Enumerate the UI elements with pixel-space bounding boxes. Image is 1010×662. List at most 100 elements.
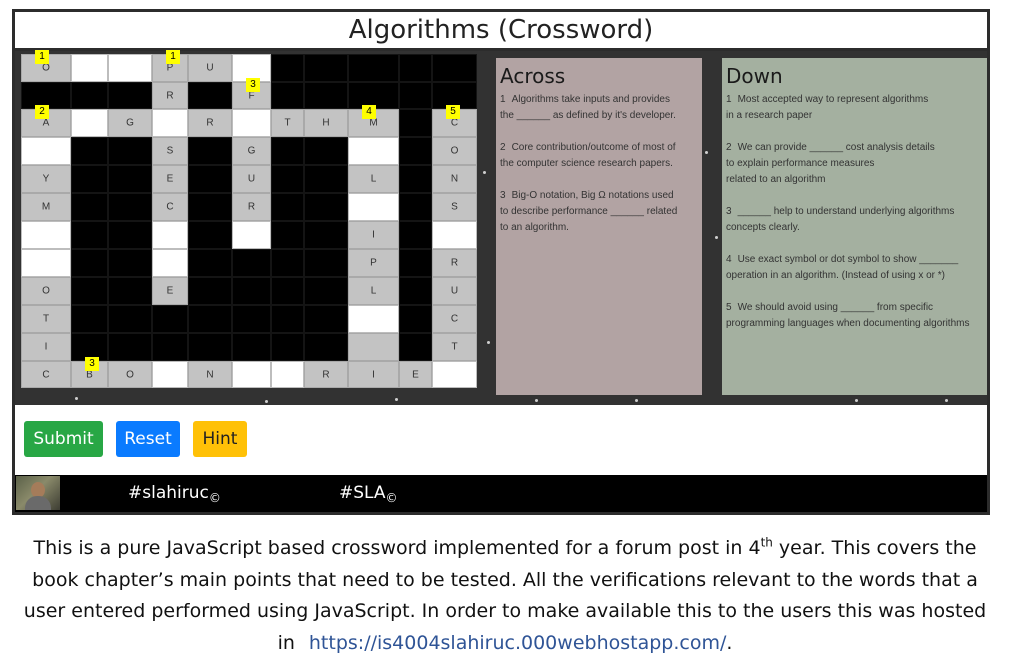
letter-cell[interactable]: N xyxy=(432,165,477,193)
cell-letter: E xyxy=(166,285,174,297)
blocked-cell xyxy=(232,333,271,361)
letter-cell[interactable]: C5 xyxy=(432,105,477,137)
reset-button[interactable]: Reset xyxy=(116,421,180,457)
empty-answer-cell[interactable] xyxy=(232,361,271,388)
empty-answer-cell[interactable] xyxy=(348,193,399,221)
cell-letter: L xyxy=(370,285,377,297)
letter-cell[interactable]: R xyxy=(432,249,477,277)
letter-cell[interactable]: T xyxy=(432,333,477,361)
letter-cell[interactable]: I xyxy=(21,333,71,361)
clue-number: 4 xyxy=(726,254,732,265)
blocked-cell xyxy=(271,333,304,361)
letter-cell[interactable]: T xyxy=(271,109,304,137)
clue-number-badge: 1 xyxy=(166,50,180,64)
empty-answer-cell[interactable] xyxy=(152,109,188,137)
cell-letter: I xyxy=(372,369,375,380)
clue-number-badge: 4 xyxy=(362,105,376,119)
letter-cell[interactable]: Y xyxy=(21,165,71,193)
empty-answer-cell[interactable] xyxy=(108,54,152,82)
hosted-site-link[interactable]: https://is4004slahiruc.000webhostapp.com… xyxy=(309,632,726,654)
letter-cell[interactable]: C xyxy=(21,361,71,388)
clue-text-line: 1 Algorithms take inputs and provides xyxy=(500,94,670,105)
cell-letter: N xyxy=(450,173,459,185)
empty-answer-cell[interactable] xyxy=(432,221,477,249)
submit-button[interactable]: Submit xyxy=(24,421,103,457)
letter-cell[interactable]: R xyxy=(152,82,188,109)
clue-text-line: 1 Most accepted way to represent algorith… xyxy=(726,94,929,105)
letter-cell[interactable]: P xyxy=(348,249,399,277)
empty-answer-cell[interactable] xyxy=(152,361,188,388)
down-clues-panel: Down 1 Most accepted way to represent alg… xyxy=(722,58,987,395)
empty-answer-cell[interactable] xyxy=(232,221,271,249)
letter-cell[interactable]: E xyxy=(152,277,188,305)
letter-cell[interactable] xyxy=(348,333,399,361)
empty-answer-cell[interactable] xyxy=(21,137,71,165)
hint-button[interactable]: Hint xyxy=(193,421,247,457)
empty-answer-cell[interactable] xyxy=(21,249,71,277)
cell-letter: T xyxy=(42,313,50,325)
letter-cell[interactable]: T xyxy=(21,305,71,333)
letter-cell[interactable]: U xyxy=(188,54,232,82)
empty-answer-cell[interactable] xyxy=(71,109,108,137)
blocked-cell xyxy=(71,193,108,221)
blocked-cell xyxy=(399,221,432,249)
letter-cell[interactable]: O xyxy=(432,137,477,165)
footer-tag-sla: #SLA© xyxy=(339,483,398,505)
blocked-cell xyxy=(271,305,304,333)
empty-answer-cell[interactable] xyxy=(71,54,108,82)
blocked-cell xyxy=(232,277,271,305)
letter-cell[interactable]: L xyxy=(348,277,399,305)
letter-cell[interactable]: O xyxy=(21,277,71,305)
cell-letter: C xyxy=(166,201,174,213)
blocked-cell xyxy=(108,137,152,165)
cell-letter: N xyxy=(206,369,214,380)
letter-cell[interactable]: A2 xyxy=(21,105,71,137)
blocked-cell xyxy=(304,333,348,361)
blocked-cell xyxy=(71,305,108,333)
letter-cell[interactable]: S xyxy=(152,137,188,165)
clue-text-line: operation in an algorithm. (Instead of u… xyxy=(726,270,946,281)
letter-cell[interactable]: P1 xyxy=(152,50,188,82)
letter-cell[interactable]: O1 xyxy=(21,50,71,82)
empty-answer-cell[interactable] xyxy=(152,249,188,277)
across-clue-1: 1 Algorithms take inputs and provides the … xyxy=(500,92,698,124)
letter-cell[interactable]: M xyxy=(21,193,71,221)
blocked-cell xyxy=(108,193,152,221)
letter-cell[interactable]: L xyxy=(348,165,399,193)
letter-cell[interactable]: E xyxy=(399,361,432,388)
letter-cell[interactable]: H xyxy=(304,109,348,137)
letter-cell[interactable]: B3 xyxy=(71,357,108,388)
empty-answer-cell[interactable] xyxy=(271,361,304,388)
empty-answer-cell[interactable] xyxy=(348,305,399,333)
cell-letter: U xyxy=(206,62,214,74)
empty-answer-cell[interactable] xyxy=(21,221,71,249)
empty-answer-cell[interactable] xyxy=(432,361,477,388)
letter-cell[interactable]: E xyxy=(152,165,188,193)
cell-letter: U xyxy=(450,285,459,297)
clue-text-line: 3 Big-O notation, Big Ω notations used xyxy=(500,190,674,201)
empty-answer-cell[interactable] xyxy=(152,221,188,249)
down-heading: Down xyxy=(726,64,783,88)
letter-cell[interactable]: U xyxy=(432,277,477,305)
letter-cell[interactable]: N xyxy=(188,361,232,388)
letter-cell[interactable]: M4 xyxy=(348,105,399,137)
letter-cell[interactable]: S xyxy=(432,193,477,221)
letter-cell[interactable]: U xyxy=(232,165,271,193)
letter-cell[interactable]: G xyxy=(108,109,152,137)
letter-cell[interactable]: R xyxy=(188,109,232,137)
caption-line-4: in https://is4004slahiruc.000webhostapp.c… xyxy=(277,631,733,654)
blocked-cell xyxy=(152,305,188,333)
empty-answer-cell[interactable] xyxy=(232,109,271,137)
clue-text-line: programming languages when documenting a… xyxy=(726,318,970,329)
letter-cell[interactable]: F3 xyxy=(232,78,271,109)
letter-cell[interactable]: G xyxy=(232,137,271,165)
letter-cell[interactable]: O xyxy=(108,361,152,388)
cell-letter: G xyxy=(247,145,256,157)
letter-cell[interactable]: R xyxy=(304,361,348,388)
letter-cell[interactable]: I xyxy=(348,361,399,388)
empty-answer-cell[interactable] xyxy=(348,137,399,165)
letter-cell[interactable]: I xyxy=(348,221,399,249)
letter-cell[interactable]: R xyxy=(232,193,271,221)
letter-cell[interactable]: C xyxy=(432,305,477,333)
letter-cell[interactable]: C xyxy=(152,193,188,221)
